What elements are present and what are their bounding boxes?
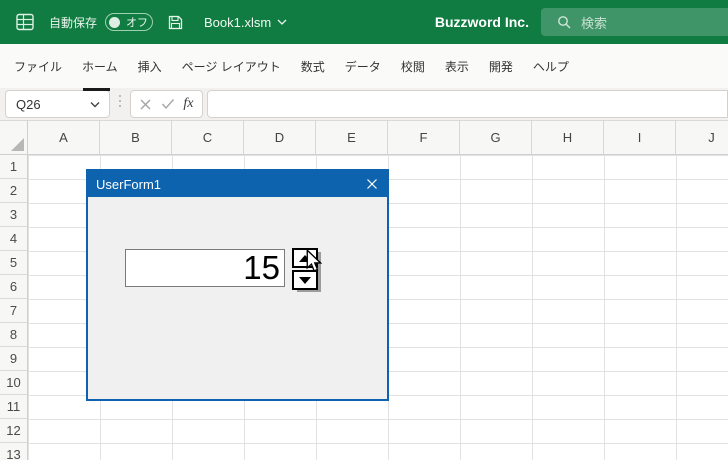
spinner-value-textbox[interactable]: 15 xyxy=(125,249,285,287)
search-icon xyxy=(558,16,571,29)
excel-logo-icon xyxy=(16,13,34,31)
tab-開発[interactable]: 開発 xyxy=(479,52,523,81)
search-box[interactable]: 検索 xyxy=(541,8,728,36)
column-header-E[interactable]: E xyxy=(316,121,388,154)
row-header-1[interactable]: 1 xyxy=(0,155,27,179)
spin-down-button[interactable] xyxy=(292,270,318,290)
tab-ファイル[interactable]: ファイル xyxy=(4,52,72,81)
row-header-7[interactable]: 7 xyxy=(0,299,27,323)
column-headers: ABCDEFGHIJ xyxy=(28,120,728,155)
row-header-2[interactable]: 2 xyxy=(0,179,27,203)
row-headers: 1 2 3 4 5 6 7 8 9 10 11 12 13 xyxy=(0,155,28,460)
enter-check-icon[interactable] xyxy=(161,98,175,110)
formula-buttons-group: fx xyxy=(130,90,203,118)
select-all-corner[interactable] xyxy=(0,120,28,155)
column-header-C[interactable]: C xyxy=(172,121,244,154)
row-header-12[interactable]: 12 xyxy=(0,419,27,443)
row-header-13[interactable]: 13 xyxy=(0,443,27,460)
account-name[interactable]: Buzzword Inc. xyxy=(435,14,529,30)
tab-表示[interactable]: 表示 xyxy=(435,52,479,81)
column-header-I[interactable]: I xyxy=(604,121,676,154)
userform-title-bar[interactable]: UserForm1 xyxy=(88,171,387,197)
row-header-9[interactable]: 9 xyxy=(0,347,27,371)
workbook-title[interactable]: Book1.xlsm xyxy=(204,15,271,30)
formula-bar: Q26 fx xyxy=(0,88,728,120)
tab-ヘルプ[interactable]: ヘルプ xyxy=(523,52,579,81)
tab-数式[interactable]: 数式 xyxy=(291,52,335,81)
mouse-cursor-icon xyxy=(306,249,323,272)
tab-挿入[interactable]: 挿入 xyxy=(128,52,172,81)
userform-title: UserForm1 xyxy=(96,176,162,192)
spin-down-arrow-icon xyxy=(299,276,311,284)
search-placeholder: 検索 xyxy=(581,15,608,31)
tab-ページ レイアウト[interactable]: ページ レイアウト xyxy=(172,52,291,81)
tab-データ[interactable]: データ xyxy=(335,52,391,81)
excel-window: 自動保存 オフ Book1.xlsm Buzzword Inc. 検索 ファイル… xyxy=(0,0,728,460)
formula-input[interactable] xyxy=(207,90,728,118)
column-header-A[interactable]: A xyxy=(28,121,100,154)
column-header-H[interactable]: H xyxy=(532,121,604,154)
title-bar: 自動保存 オフ Book1.xlsm Buzzword Inc. 検索 xyxy=(0,0,728,44)
column-header-B[interactable]: B xyxy=(100,121,172,154)
column-header-J[interactable]: J xyxy=(676,121,728,154)
save-icon[interactable] xyxy=(168,15,183,30)
userform-dialog: UserForm1 15 xyxy=(86,169,389,401)
ribbon-tabs: ファイル ホーム 挿入 ページ レイアウト 数式 データ 校閲 表示 開発 ヘルプ xyxy=(0,44,728,88)
row-header-10[interactable]: 10 xyxy=(0,371,27,395)
filename-chevron-down-icon[interactable] xyxy=(277,18,287,26)
autosave-toggle[interactable]: オフ xyxy=(105,13,154,31)
active-tab-underline xyxy=(83,88,110,91)
row-header-3[interactable]: 3 xyxy=(0,203,27,227)
close-icon xyxy=(367,179,377,189)
toggle-knob-icon xyxy=(109,16,121,28)
tab-校閲[interactable]: 校閲 xyxy=(391,52,435,81)
row-header-4[interactable]: 4 xyxy=(0,227,27,251)
column-header-F[interactable]: F xyxy=(388,121,460,154)
name-box-chevron-down-icon[interactable] xyxy=(90,101,100,108)
insert-function-fx-icon[interactable]: fx xyxy=(183,96,193,112)
row-header-6[interactable]: 6 xyxy=(0,275,27,299)
row-header-11[interactable]: 11 xyxy=(0,395,27,419)
formula-bar-separator-icon xyxy=(119,95,121,107)
autosave-label: 自動保存 xyxy=(49,15,98,30)
name-box[interactable]: Q26 xyxy=(5,90,110,118)
cancel-x-icon[interactable] xyxy=(139,98,152,111)
column-header-G[interactable]: G xyxy=(460,121,532,154)
row-header-5[interactable]: 5 xyxy=(0,251,27,275)
userform-close-button[interactable] xyxy=(364,176,380,192)
name-box-value: Q26 xyxy=(16,96,41,112)
row-header-8[interactable]: 8 xyxy=(0,323,27,347)
tab-ホーム[interactable]: ホーム xyxy=(72,52,128,81)
select-all-triangle-icon xyxy=(11,138,24,151)
autosave-state: オフ xyxy=(126,17,149,29)
column-header-D[interactable]: D xyxy=(244,121,316,154)
